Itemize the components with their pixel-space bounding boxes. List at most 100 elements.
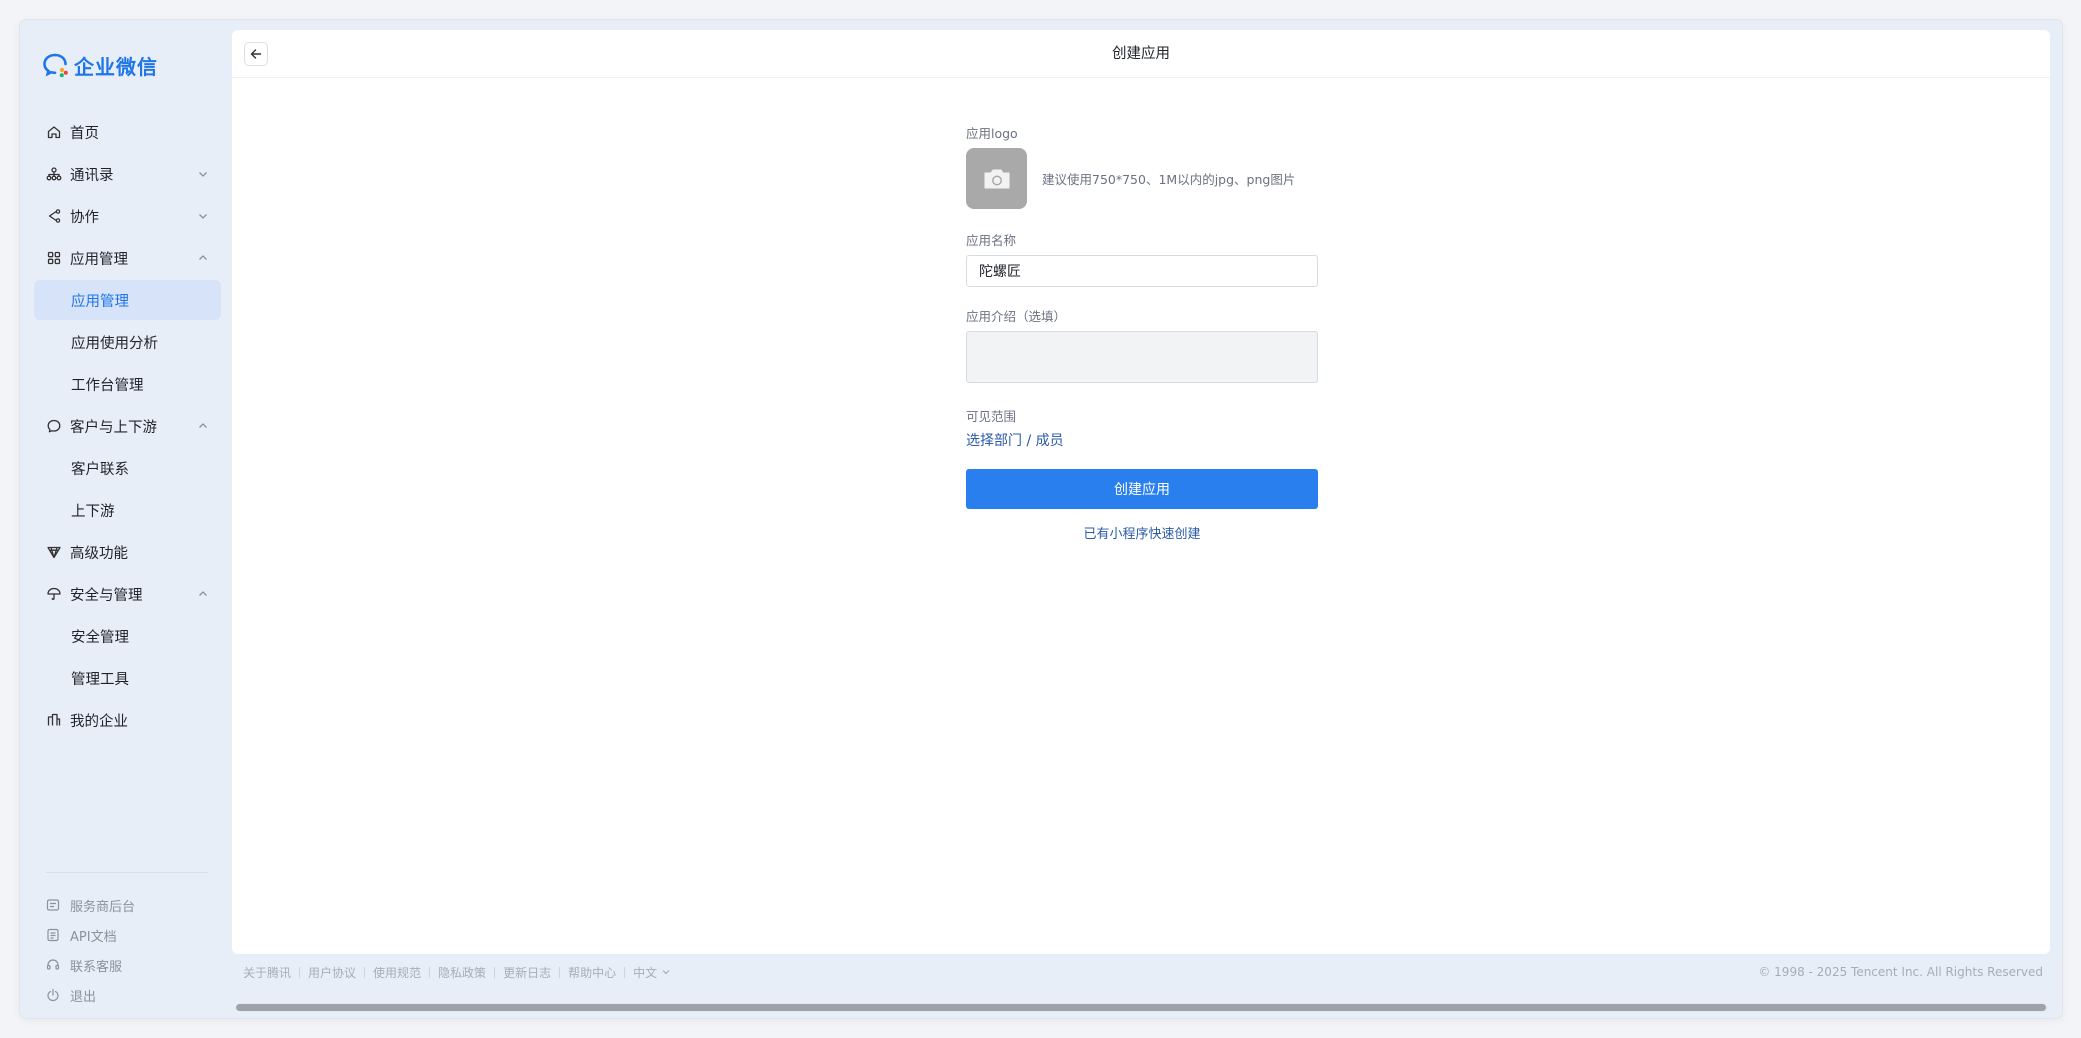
app-logo-label: 应用logo <box>966 126 1018 141</box>
sidebar-item-app-management[interactable]: 应用管理 <box>34 238 221 278</box>
sidebar-item-label: 应用使用分析 <box>71 335 158 352</box>
footer-link-help[interactable]: 帮助中心 <box>568 964 616 981</box>
footer-separator <box>624 966 626 978</box>
api-docs-link[interactable]: API文档 <box>46 920 216 950</box>
app-name-input[interactable] <box>966 255 1318 287</box>
umbrella-icon <box>46 586 62 602</box>
sidebar-item-my-enterprise[interactable]: 我的企业 <box>34 700 221 740</box>
customer-service-label: 联系客服 <box>70 959 123 975</box>
app-name-label: 应用名称 <box>966 233 1017 248</box>
sidebar: 企业微信 首页 通讯录 协作 应用管理 应用管理 应用使用分析 工作台管理 客户… <box>20 20 231 1018</box>
footer-link-privacy[interactable]: 隐私政策 <box>438 964 486 981</box>
quick-create-miniprogram-link[interactable]: 已有小程序快速创建 <box>966 523 1318 542</box>
sidebar-item-contacts[interactable]: 通讯录 <box>34 154 221 194</box>
sidebar-subitem-admin-tools[interactable]: 管理工具 <box>34 658 221 698</box>
panel-icon <box>46 898 60 912</box>
app-window: 企业微信 首页 通讯录 协作 应用管理 应用管理 应用使用分析 工作台管理 客户… <box>20 20 2062 1018</box>
customer-service-link[interactable]: 联系客服 <box>46 950 216 980</box>
page-header: 创建应用 <box>232 30 2050 78</box>
sidebar-item-security[interactable]: 安全与管理 <box>34 574 221 614</box>
sidebar-item-collaboration[interactable]: 协作 <box>34 196 221 236</box>
footer-separator <box>299 966 301 978</box>
footer-separator <box>494 966 496 978</box>
document-icon <box>46 928 60 942</box>
sidebar-subitem-app-management[interactable]: 应用管理 <box>34 280 221 320</box>
logo-hint: 建议使用750*750、1M以内的jpg、png图片 <box>1042 172 1296 187</box>
brand-logo[interactable]: 企业微信 <box>42 50 158 80</box>
footer-separator <box>364 966 366 978</box>
sidebar-subitem-app-usage-analysis[interactable]: 应用使用分析 <box>34 322 221 362</box>
sidebar-nav: 首页 通讯录 协作 应用管理 应用管理 应用使用分析 工作台管理 客户与上下游 … <box>34 112 221 742</box>
sidebar-item-label: 客户与上下游 <box>70 419 157 436</box>
sidebar-bottom-links: 服务商后台 API文档 联系客服 退出 <box>46 890 216 1010</box>
footer-separator <box>429 966 431 978</box>
language-label: 中文 <box>633 965 658 980</box>
back-button[interactable] <box>244 42 268 66</box>
sidebar-item-label: 安全与管理 <box>70 587 143 604</box>
wecom-logo-icon <box>43 53 68 78</box>
create-app-button[interactable]: 创建应用 <box>966 469 1318 509</box>
language-selector[interactable]: 中文 <box>633 964 671 981</box>
share-icon <box>46 208 62 224</box>
sidebar-subitem-workbench-management[interactable]: 工作台管理 <box>34 364 221 404</box>
service-provider-label: 服务商后台 <box>70 899 136 915</box>
sidebar-item-label: 应用管理 <box>71 293 129 310</box>
app-intro-textarea[interactable] <box>966 331 1318 383</box>
sidebar-item-label: 上下游 <box>71 503 115 520</box>
sidebar-subitem-upstream-downstream[interactable]: 上下游 <box>34 490 221 530</box>
chevron-up-icon <box>197 588 209 600</box>
org-chart-icon <box>46 166 62 182</box>
chevron-down-icon <box>661 967 671 977</box>
api-docs-label: API文档 <box>70 929 117 945</box>
power-icon <box>46 988 60 1002</box>
sidebar-item-label: 通讯录 <box>70 167 114 184</box>
sidebar-subitem-security-management[interactable]: 安全管理 <box>34 616 221 656</box>
sidebar-item-customers-partners[interactable]: 客户与上下游 <box>34 406 221 446</box>
select-dept-member-link[interactable]: 选择部门 / 成员 <box>966 431 1318 451</box>
footer-link-usage-rules[interactable]: 使用规范 <box>373 964 421 981</box>
logo-upload-button[interactable] <box>966 148 1027 209</box>
sidebar-item-label: 应用管理 <box>70 251 128 268</box>
footer-link-changelog[interactable]: 更新日志 <box>503 964 551 981</box>
chevron-up-icon <box>197 420 209 432</box>
home-icon <box>46 124 62 140</box>
sidebar-item-label: 安全管理 <box>71 629 129 646</box>
sidebar-item-label: 管理工具 <box>71 671 129 688</box>
chevron-down-icon <box>197 168 209 180</box>
sidebar-item-label: 工作台管理 <box>71 377 144 394</box>
page-title: 创建应用 <box>1112 46 1170 62</box>
logout-label: 退出 <box>70 989 97 1005</box>
footer-links: 关于腾讯 用户协议 使用规范 隐私政策 更新日志 帮助中心 中文 <box>243 962 671 982</box>
create-app-form: 应用logo 建议使用750*750、1M以内的jpg、png图片 应用名称 应… <box>966 126 1318 542</box>
scrollbar-thumb[interactable] <box>236 1004 2046 1011</box>
horizontal-scrollbar[interactable] <box>236 1003 2048 1012</box>
main-panel: 创建应用 应用logo 建议使用750*750、1M以内的jpg、png图片 应… <box>232 30 2050 954</box>
camera-icon <box>984 169 1009 188</box>
visibility-scope-label: 可见范围 <box>966 409 1017 424</box>
sidebar-item-advanced[interactable]: 高级功能 <box>34 532 221 572</box>
sidebar-item-label: 协作 <box>70 209 99 226</box>
diamond-icon <box>46 544 62 560</box>
sidebar-item-label: 首页 <box>70 125 99 142</box>
footer-separator <box>559 966 561 978</box>
sidebar-divider <box>46 872 208 873</box>
headset-icon <box>46 958 60 972</box>
copyright: © 1998 - 2025 Tencent Inc. All Rights Re… <box>1758 965 2043 979</box>
chevron-up-icon <box>197 252 209 264</box>
footer-link-user-agreement[interactable]: 用户协议 <box>308 964 356 981</box>
sidebar-item-home[interactable]: 首页 <box>34 112 221 152</box>
brand-name: 企业微信 <box>74 54 158 79</box>
logout-link[interactable]: 退出 <box>46 980 216 1010</box>
service-provider-link[interactable]: 服务商后台 <box>46 890 216 920</box>
sidebar-subitem-customer-contact[interactable]: 客户联系 <box>34 448 221 488</box>
sidebar-item-label: 我的企业 <box>70 713 128 730</box>
app-intro-label: 应用介绍（选填） <box>966 309 1067 324</box>
chat-bubble-icon <box>46 418 62 434</box>
grid-icon <box>46 250 62 266</box>
chevron-down-icon <box>197 210 209 222</box>
sidebar-item-label: 高级功能 <box>70 545 128 562</box>
building-icon <box>46 712 62 728</box>
footer-link-about[interactable]: 关于腾讯 <box>243 964 291 981</box>
page-footer: 关于腾讯 用户协议 使用规范 隐私政策 更新日志 帮助中心 中文 © 1998 … <box>243 962 2053 982</box>
logo-upload-row: 建议使用750*750、1M以内的jpg、png图片 <box>966 148 1318 209</box>
